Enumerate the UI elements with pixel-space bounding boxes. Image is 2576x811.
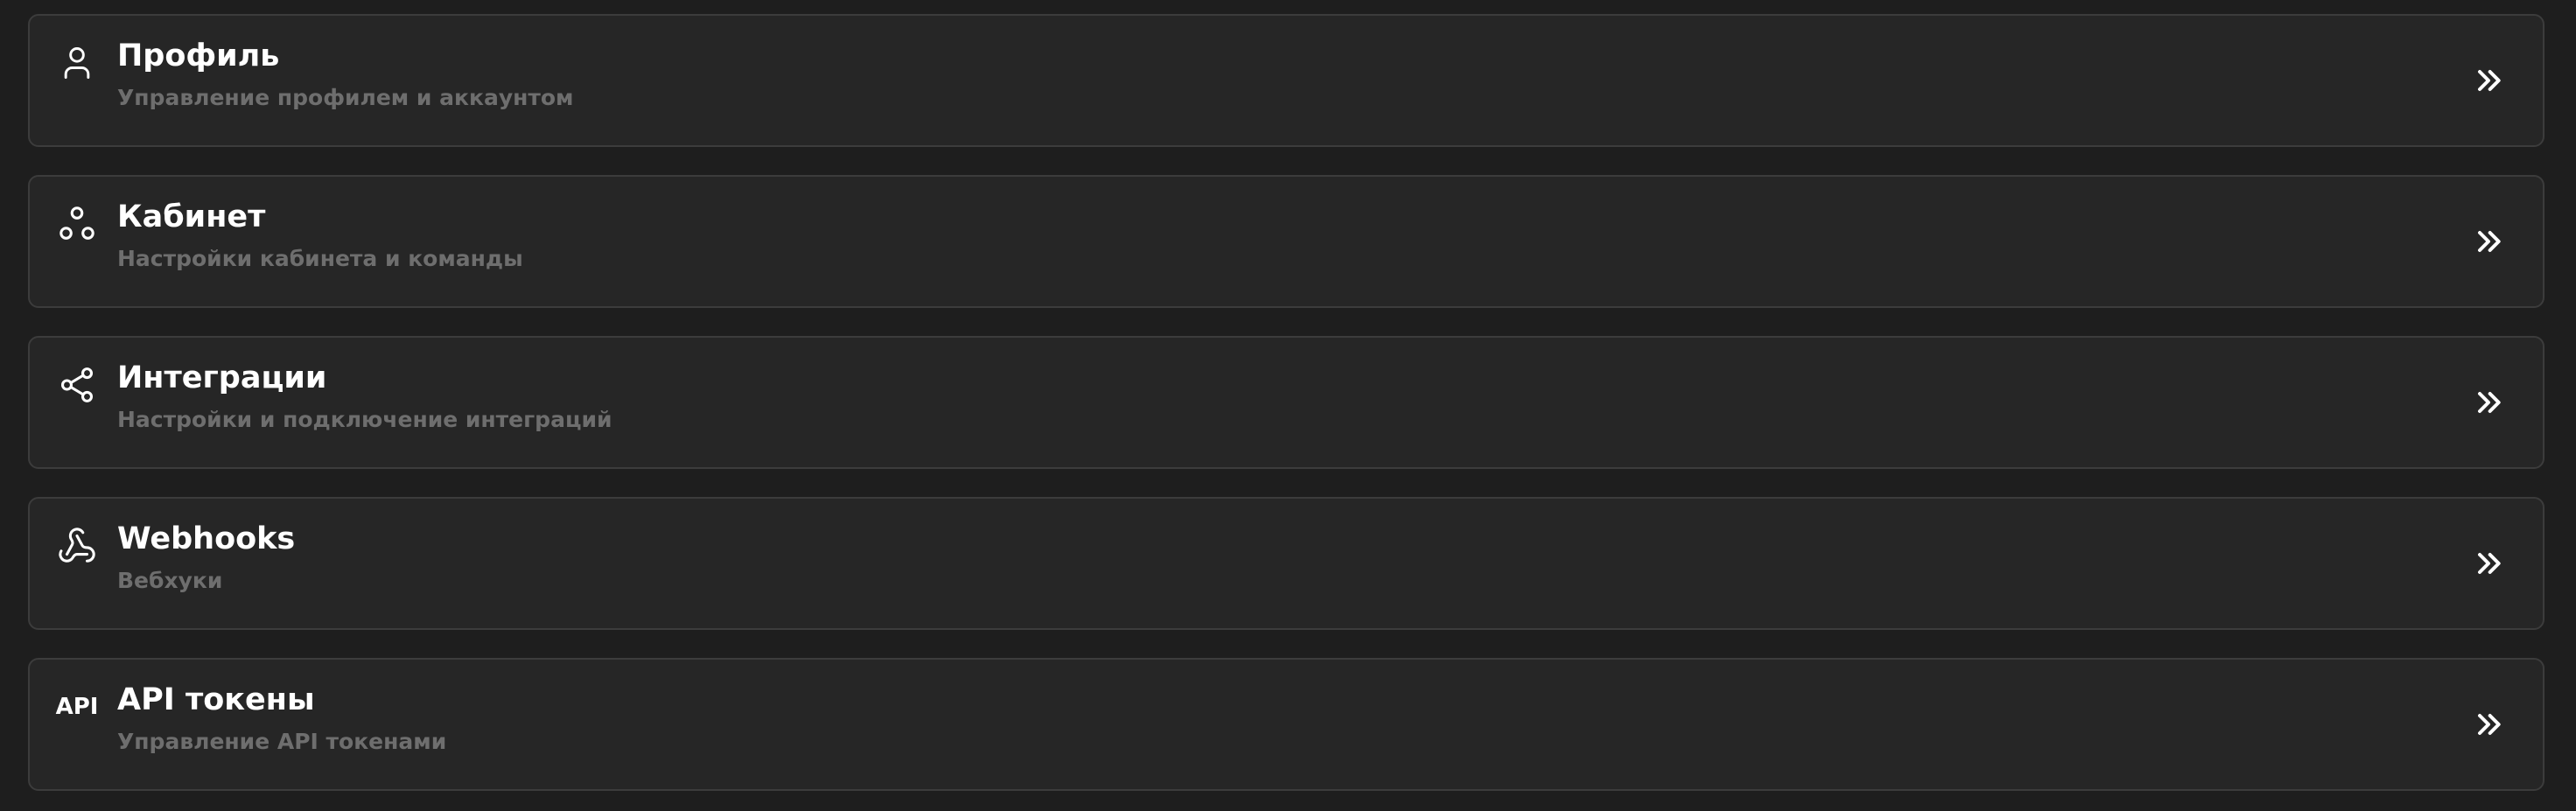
- webhook-icon: [56, 525, 98, 567]
- card-title: API токены: [117, 682, 315, 717]
- api-icon-label: API: [55, 694, 99, 720]
- settings-card-webhooks[interactable]: Webhooks Вебхуки: [28, 497, 2544, 630]
- team-icon: [56, 203, 98, 245]
- card-title: Webhooks: [117, 521, 296, 556]
- settings-card-profile[interactable]: Профиль Управление профилем и аккаунтом: [28, 14, 2544, 147]
- chevrons-right-icon[interactable]: [2471, 707, 2506, 742]
- card-title: Профиль: [117, 38, 280, 73]
- chevrons-right-icon[interactable]: [2471, 546, 2506, 581]
- card-title: Интеграции: [117, 360, 327, 395]
- card-subtitle: Настройки кабинета и команды: [117, 246, 523, 271]
- share-icon: [56, 364, 98, 406]
- api-icon: API: [55, 686, 99, 728]
- chevrons-right-icon[interactable]: [2471, 63, 2506, 98]
- card-subtitle: Настройки и подключение интеграций: [117, 407, 612, 432]
- card-subtitle: Управление профилем и аккаунтом: [117, 85, 574, 110]
- user-icon: [56, 42, 98, 84]
- chevrons-right-icon[interactable]: [2471, 224, 2506, 259]
- chevrons-right-icon[interactable]: [2471, 385, 2506, 420]
- card-title: Кабинет: [117, 199, 266, 234]
- settings-card-api-tokens[interactable]: API API токены Управление API токенами: [28, 658, 2544, 791]
- card-subtitle: Управление API токенами: [117, 729, 447, 754]
- settings-card-integrations[interactable]: Интеграции Настройки и подключение интег…: [28, 336, 2544, 469]
- settings-card-cabinet[interactable]: Кабинет Настройки кабинета и команды: [28, 175, 2544, 308]
- card-subtitle: Вебхуки: [117, 568, 223, 593]
- settings-list: Профиль Управление профилем и аккаунтом …: [0, 0, 2576, 811]
